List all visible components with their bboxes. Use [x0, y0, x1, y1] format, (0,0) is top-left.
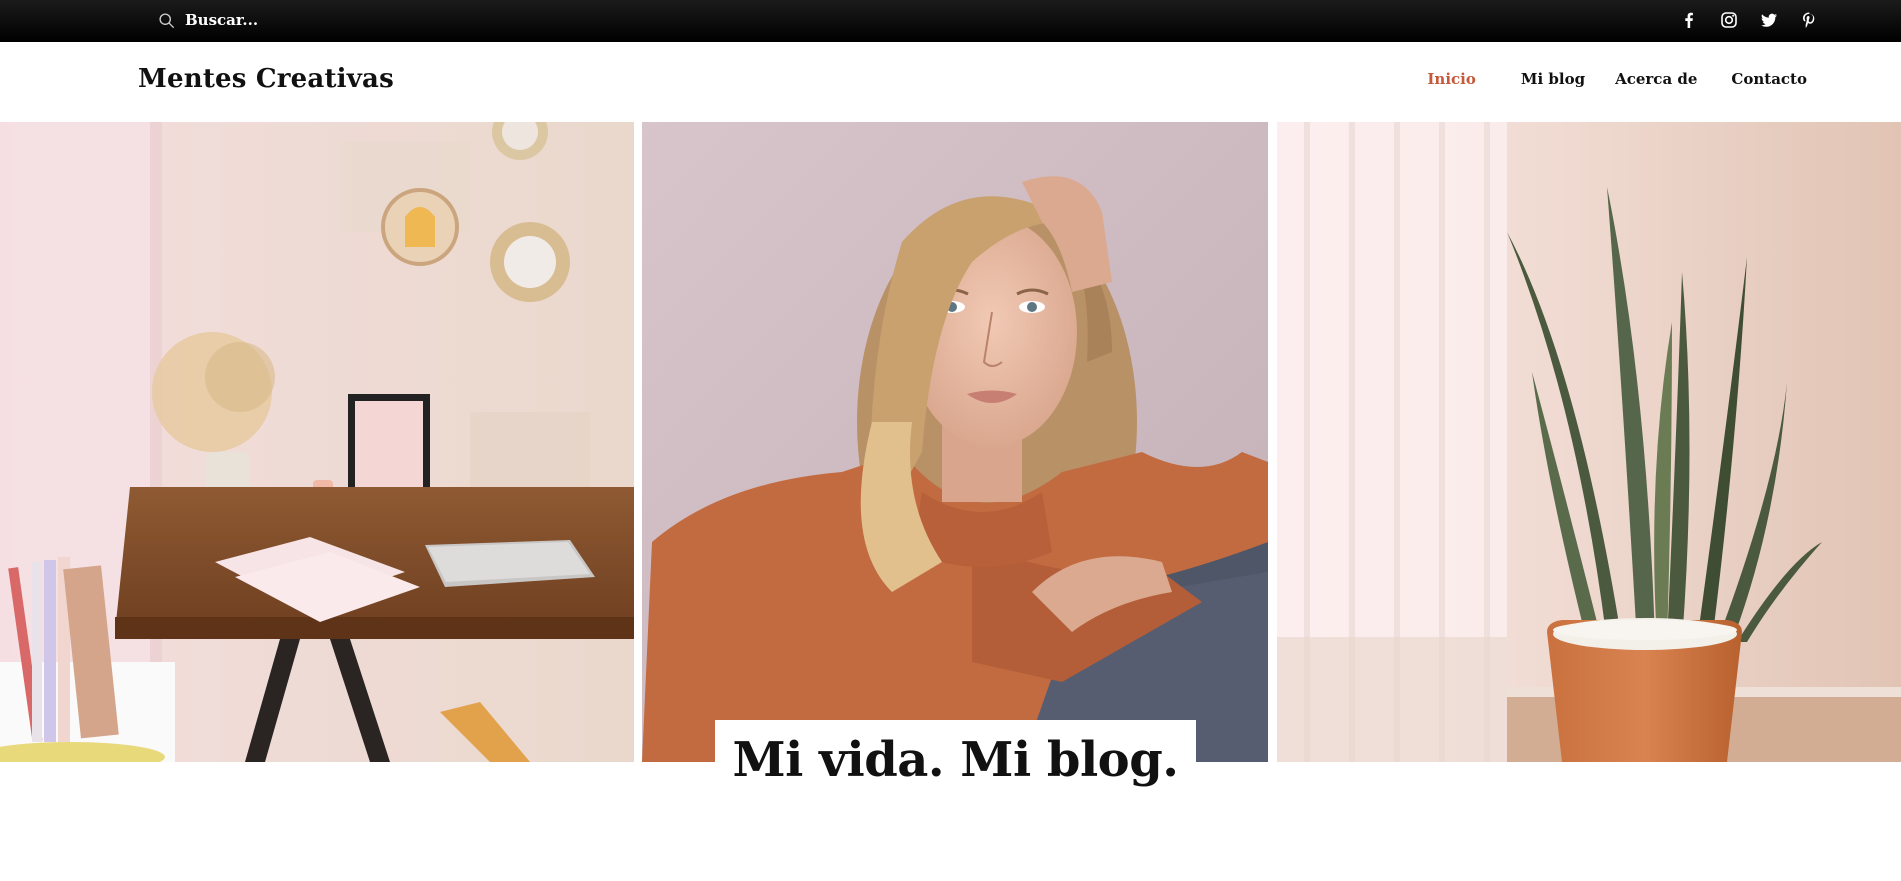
facebook-link[interactable] [1679, 10, 1699, 30]
hero-title-card: Mi vida. Mi blog. [715, 720, 1196, 881]
potted-snake-plant-photo [1277, 122, 1901, 762]
instagram-link[interactable] [1719, 10, 1739, 30]
search-icon[interactable] [158, 12, 175, 29]
hero-headline: Mi vida. Mi blog. [732, 732, 1179, 788]
pinterest-icon [1803, 12, 1815, 28]
nav-item-acerca-de[interactable]: Acerca de [1615, 70, 1697, 88]
hero-gallery [0, 122, 1901, 762]
nav-item-contacto[interactable]: Contacto [1731, 70, 1807, 88]
pinterest-link[interactable] [1799, 10, 1819, 30]
twitter-link[interactable] [1759, 10, 1779, 30]
instagram-icon [1721, 12, 1737, 28]
woman-portrait-photo [642, 122, 1268, 762]
nav-item-inicio[interactable]: Inicio [1427, 70, 1475, 88]
facebook-icon [1685, 12, 1693, 28]
desk-workspace-photo [0, 122, 634, 762]
site-header: Mentes Creativas Inicio Mi blog Acerca d… [0, 42, 1901, 122]
top-bar [0, 0, 1901, 42]
social-links [1679, 10, 1819, 30]
twitter-icon [1761, 13, 1777, 27]
search-bar[interactable] [158, 8, 385, 32]
main-nav: Inicio Mi blog Acerca de Contacto [1427, 70, 1807, 88]
nav-item-mi-blog[interactable]: Mi blog [1521, 70, 1585, 88]
search-input[interactable] [185, 11, 385, 29]
site-title[interactable]: Mentes Creativas [138, 64, 394, 94]
